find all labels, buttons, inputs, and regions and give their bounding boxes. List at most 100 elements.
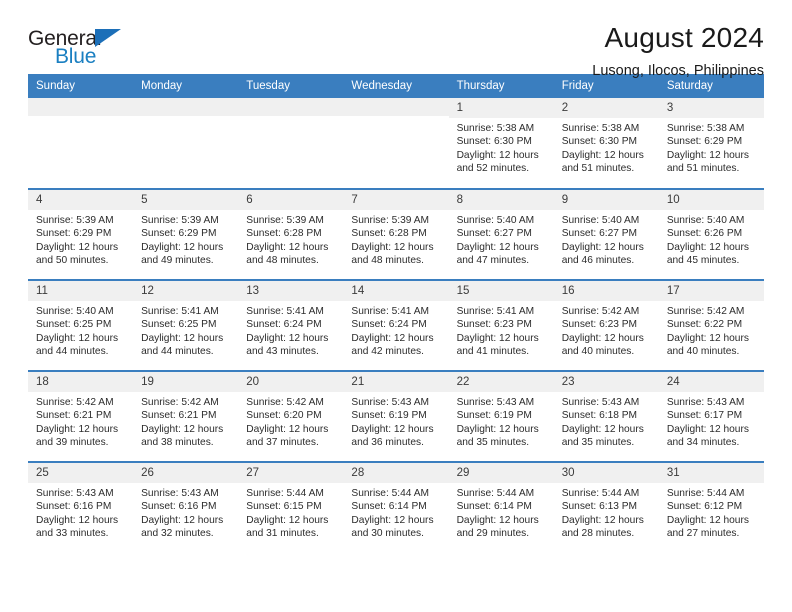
- sunset-text: Sunset: 6:25 PM: [141, 319, 217, 331]
- day-number: 15: [448, 281, 554, 301]
- daylight-text-line2: and 44 minutes.: [141, 345, 214, 357]
- day-details: Sunrise: 5:40 AM Sunset: 6:27 PM Daylight:…: [449, 210, 554, 267]
- calendar-day-cell[interactable]: 14 Sunrise: 5:41 AM Sunset: 6:24 PM Dayligh…: [343, 279, 449, 371]
- day-number: 9: [553, 190, 659, 210]
- calendar-day-cell[interactable]: 31 Sunrise: 5:44 AM Sunset: 6:12 PM Dayligh…: [658, 461, 764, 553]
- calendar-day-cell[interactable]: 20 Sunrise: 5:42 AM Sunset: 6:20 PM Dayligh…: [238, 370, 344, 462]
- sunrise-text: Sunrise: 5:42 AM: [246, 397, 324, 408]
- sunrise-text: Sunrise: 5:39 AM: [141, 215, 219, 226]
- calendar-day-cell[interactable]: 17 Sunrise: 5:42 AM Sunset: 6:22 PM Dayligh…: [658, 279, 764, 371]
- sunset-text: Sunset: 6:29 PM: [141, 228, 217, 240]
- sunrise-text: Sunrise: 5:44 AM: [246, 488, 324, 499]
- calendar-day-cell[interactable]: 30 Sunrise: 5:44 AM Sunset: 6:13 PM Dayligh…: [553, 461, 659, 553]
- calendar-week-row: 1 Sunrise: 5:38 AM Sunset: 6:30 PM Daylight…: [28, 98, 764, 189]
- sunrise-text: Sunrise: 5:41 AM: [351, 306, 430, 317]
- calendar-day-cell[interactable]: 26 Sunrise: 5:43 AM Sunset: 6:16 PM Dayligh…: [133, 461, 239, 553]
- sunrise-text: Sunrise: 5:43 AM: [141, 488, 219, 499]
- calendar-day-cell[interactable]: 16 Sunrise: 5:42 AM Sunset: 6:23 PM Dayligh…: [553, 279, 659, 371]
- daylight-text-line2: and 39 minutes.: [36, 436, 109, 448]
- calendar-day-cell[interactable]: 23 Sunrise: 5:43 AM Sunset: 6:18 PM Dayligh…: [553, 370, 659, 462]
- calendar-day-cell[interactable]: 27 Sunrise: 5:44 AM Sunset: 6:15 PM Dayligh…: [238, 461, 344, 553]
- sunrise-text: Sunrise: 5:40 AM: [561, 215, 640, 226]
- day-number: 11: [28, 281, 134, 301]
- calendar-day-cell[interactable]: 9 Sunrise: 5:40 AM Sunset: 6:27 PM Daylight…: [553, 188, 659, 280]
- calendar-day-cell[interactable]: 22 Sunrise: 5:43 AM Sunset: 6:19 PM Dayligh…: [448, 370, 554, 462]
- calendar-day-cell[interactable]: 18 Sunrise: 5:42 AM Sunset: 6:21 PM Dayligh…: [28, 370, 134, 462]
- calendar-day-cell[interactable]: 15 Sunrise: 5:41 AM Sunset: 6:23 PM Dayligh…: [448, 279, 554, 371]
- calendar-day-cell[interactable]: 2 Sunrise: 5:38 AM Sunset: 6:30 PM Daylight…: [553, 98, 659, 189]
- sunset-text: Sunset: 6:28 PM: [351, 228, 427, 240]
- daylight-text-line1: Daylight: 12 hours: [456, 423, 539, 435]
- calendar-cell-empty: [28, 98, 134, 189]
- sunrise-text: Sunrise: 5:40 AM: [36, 306, 114, 317]
- sunset-text: Sunset: 6:13 PM: [561, 501, 638, 513]
- sunset-text: Sunset: 6:16 PM: [141, 501, 217, 513]
- calendar-day-cell[interactable]: 13 Sunrise: 5:41 AM Sunset: 6:24 PM Dayligh…: [238, 279, 344, 371]
- day-details: Sunrise: 5:38 AM Sunset: 6:29 PM Daylight:…: [659, 118, 764, 175]
- day-details: Sunrise: 5:44 AM Sunset: 6:12 PM Daylight:…: [659, 483, 764, 540]
- calendar-week-row: 18 Sunrise: 5:42 AM Sunset: 6:21 PM Dayligh…: [28, 370, 764, 462]
- daylight-text-line2: and 43 minutes.: [246, 345, 319, 357]
- calendar-day-cell[interactable]: 29 Sunrise: 5:44 AM Sunset: 6:14 PM Dayligh…: [448, 461, 554, 553]
- day-number: 6: [238, 190, 344, 210]
- calendar-day-cell[interactable]: 28 Sunrise: 5:44 AM Sunset: 6:14 PM Dayligh…: [343, 461, 449, 553]
- day-details: Sunrise: 5:42 AM Sunset: 6:21 PM Daylight:…: [28, 392, 133, 449]
- calendar-day-cell[interactable]: 5 Sunrise: 5:39 AM Sunset: 6:29 PM Daylight…: [133, 188, 239, 280]
- calendar-day-cell[interactable]: 21 Sunrise: 5:43 AM Sunset: 6:19 PM Dayligh…: [343, 370, 449, 462]
- daylight-text-line2: and 34 minutes.: [666, 436, 740, 448]
- daylight-text-line1: Daylight: 12 hours: [666, 241, 749, 253]
- day-number: 10: [658, 190, 764, 210]
- general-blue-logo[interactable]: General Blue: [28, 22, 148, 67]
- daylight-text-line2: and 50 minutes.: [36, 254, 109, 266]
- daylight-text-line2: and 29 minutes.: [456, 527, 530, 539]
- calendar-day-cell[interactable]: 19 Sunrise: 5:42 AM Sunset: 6:21 PM Dayligh…: [133, 370, 239, 462]
- daylight-text-line1: Daylight: 12 hours: [351, 514, 434, 526]
- weekday-header-tuesday: Tuesday: [238, 74, 344, 98]
- calendar-day-cell[interactable]: 4 Sunrise: 5:39 AM Sunset: 6:29 PM Daylight…: [28, 188, 134, 280]
- sunset-text: Sunset: 6:16 PM: [36, 501, 112, 513]
- daylight-text-line2: and 46 minutes.: [561, 254, 635, 266]
- calendar-day-cell[interactable]: 8 Sunrise: 5:40 AM Sunset: 6:27 PM Daylight…: [448, 188, 554, 280]
- daylight-text-line1: Daylight: 12 hours: [36, 514, 119, 526]
- calendar-day-cell[interactable]: 10 Sunrise: 5:40 AM Sunset: 6:26 PM Dayligh…: [658, 188, 764, 280]
- sunset-text: Sunset: 6:24 PM: [246, 319, 322, 331]
- daylight-text-line2: and 51 minutes.: [666, 162, 740, 174]
- calendar-day-cell[interactable]: 12 Sunrise: 5:41 AM Sunset: 6:25 PM Dayligh…: [133, 279, 239, 371]
- sunset-text: Sunset: 6:14 PM: [351, 501, 427, 513]
- day-details: Sunrise: 5:44 AM Sunset: 6:13 PM Daylight:…: [554, 483, 659, 540]
- day-details: Sunrise: 5:40 AM Sunset: 6:25 PM Daylight:…: [28, 301, 133, 358]
- calendar-day-cell[interactable]: 11 Sunrise: 5:40 AM Sunset: 6:25 PM Dayligh…: [28, 279, 134, 371]
- logo-text-blue: Blue: [55, 45, 97, 68]
- calendar-cell-empty: [238, 98, 344, 189]
- day-details: Sunrise: 5:43 AM Sunset: 6:16 PM Daylight:…: [133, 483, 238, 540]
- daylight-text-line1: Daylight: 12 hours: [666, 423, 749, 435]
- sunrise-text: Sunrise: 5:42 AM: [36, 397, 114, 408]
- calendar-day-cell[interactable]: 24 Sunrise: 5:43 AM Sunset: 6:17 PM Dayligh…: [658, 370, 764, 462]
- sunset-text: Sunset: 6:24 PM: [351, 319, 427, 331]
- calendar-day-cell[interactable]: 25 Sunrise: 5:43 AM Sunset: 6:16 PM Dayligh…: [28, 461, 134, 553]
- sunrise-text: Sunrise: 5:38 AM: [456, 123, 535, 134]
- sunrise-text: Sunrise: 5:42 AM: [561, 306, 640, 317]
- sunset-text: Sunset: 6:21 PM: [141, 410, 217, 422]
- day-details: Sunrise: 5:41 AM Sunset: 6:25 PM Daylight:…: [133, 301, 238, 358]
- daylight-text-line1: Daylight: 12 hours: [246, 241, 329, 253]
- daylight-text-line1: Daylight: 12 hours: [36, 332, 119, 344]
- sunset-text: Sunset: 6:17 PM: [666, 410, 743, 422]
- calendar-day-cell[interactable]: 6 Sunrise: 5:39 AM Sunset: 6:28 PM Daylight…: [238, 188, 344, 280]
- calendar-day-cell[interactable]: 7 Sunrise: 5:39 AM Sunset: 6:28 PM Daylight…: [343, 188, 449, 280]
- day-number: 29: [448, 463, 554, 483]
- day-number: 25: [28, 463, 134, 483]
- calendar-page: General Blue August 2024 Lusong, Ilocos,…: [0, 0, 792, 612]
- sunrise-text: Sunrise: 5:41 AM: [246, 306, 324, 317]
- day-details: Sunrise: 5:41 AM Sunset: 6:23 PM Daylight:…: [449, 301, 554, 358]
- daylight-text-line1: Daylight: 12 hours: [351, 423, 434, 435]
- daylight-text-line1: Daylight: 12 hours: [246, 423, 329, 435]
- sunset-text: Sunset: 6:30 PM: [561, 136, 638, 148]
- calendar-day-cell[interactable]: 3 Sunrise: 5:38 AM Sunset: 6:29 PM Daylight…: [658, 98, 764, 189]
- day-number: 19: [133, 372, 239, 392]
- sunset-text: Sunset: 6:27 PM: [561, 228, 638, 240]
- calendar-week-row: 11 Sunrise: 5:40 AM Sunset: 6:25 PM Dayligh…: [28, 279, 764, 371]
- day-number: 30: [553, 463, 659, 483]
- calendar-day-cell[interactable]: 1 Sunrise: 5:38 AM Sunset: 6:30 PM Daylight…: [448, 98, 554, 189]
- daylight-text-line2: and 33 minutes.: [36, 527, 109, 539]
